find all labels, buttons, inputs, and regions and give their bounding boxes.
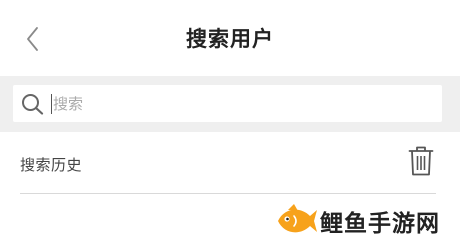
search-box[interactable] [13, 85, 442, 122]
page-title: 搜索用户 [186, 27, 274, 51]
watermark-text: 鲤鱼手游网 [320, 211, 440, 237]
search-users-page: 搜索用户 搜索历史 鲤鱼手游网 [0, 0, 460, 246]
header-bar: 搜索用户 [0, 0, 460, 76]
watermark: 鲤鱼手游网 [274, 198, 460, 244]
fish-logo-icon [278, 204, 317, 233]
search-icon [22, 94, 44, 115]
history-divider [20, 193, 436, 194]
search-bar-container [0, 76, 460, 132]
clear-history-button[interactable] [408, 145, 434, 177]
search-input[interactable] [51, 85, 433, 122]
trash-icon [408, 146, 434, 176]
search-history-label: 搜索历史 [20, 156, 83, 174]
